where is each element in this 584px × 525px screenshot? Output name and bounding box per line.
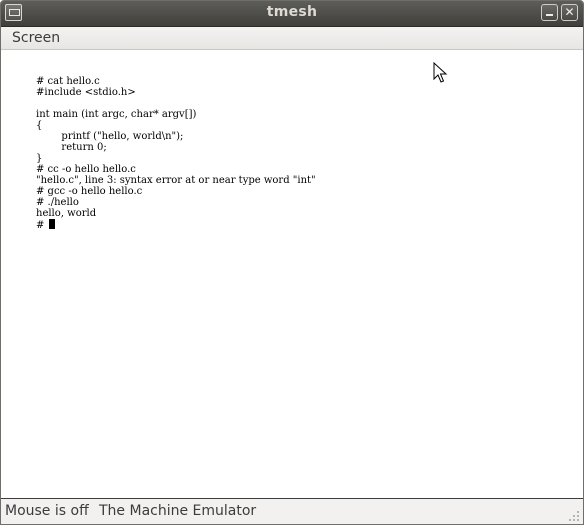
minimize-icon	[546, 14, 553, 16]
close-button[interactable]: ✕	[561, 4, 578, 21]
terminal-line: hello, world	[36, 208, 97, 219]
terminal-line: # cc -o hello hello.c	[36, 164, 136, 175]
title-bar[interactable]: tmesh ✕	[1, 1, 583, 27]
menu-bar: Screen	[1, 27, 583, 50]
terminal-line: }	[36, 153, 43, 164]
mouse-pointer-icon	[433, 62, 448, 83]
terminal-line: printf ("hello, world\n");	[36, 131, 184, 142]
terminal-line: #	[36, 219, 316, 231]
menu-screen[interactable]: Screen	[12, 30, 60, 46]
terminal-line: #include <stdio.h>	[36, 87, 136, 98]
emulator-screen[interactable]: # cat hello.c #include <stdio.h> int main …	[1, 50, 583, 499]
terminal-line: # cat hello.c	[36, 76, 100, 87]
resize-grip-icon[interactable]	[568, 510, 580, 522]
machine-label: The Machine Emulator	[99, 503, 257, 519]
terminal-line: "hello.c", line 3: syntax error at or ne…	[36, 175, 316, 186]
minimize-button[interactable]	[541, 4, 558, 21]
close-icon: ✕	[564, 5, 575, 19]
terminal-cursor	[48, 219, 55, 229]
terminal-line: # ./hello	[36, 197, 79, 208]
terminal-output: # cat hello.c #include <stdio.h> int main …	[36, 76, 316, 231]
terminal-line: # gcc -o hello hello.c	[36, 186, 143, 197]
window-title: tmesh	[266, 4, 318, 20]
terminal-line: int main (int argc, char* argv[])	[36, 109, 197, 120]
status-bar: Mouse is off The Machine Emulator	[1, 499, 583, 524]
mouse-status: Mouse is off	[5, 503, 89, 519]
tmesh-window: tmesh ✕ Screen # cat hello.c #include <st…	[0, 0, 584, 525]
terminal-line: {	[36, 120, 43, 131]
terminal-line: return 0;	[36, 142, 107, 153]
